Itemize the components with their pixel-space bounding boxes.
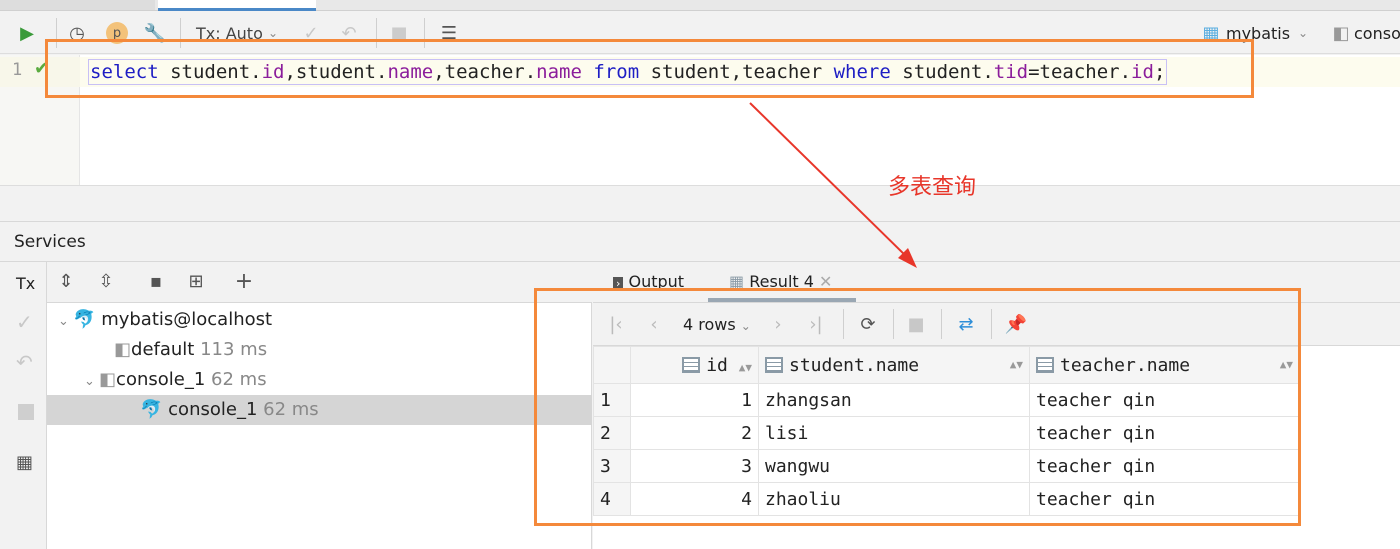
annotation-label: 多表查询 xyxy=(888,175,977,200)
annotation-arrow xyxy=(749,102,917,268)
